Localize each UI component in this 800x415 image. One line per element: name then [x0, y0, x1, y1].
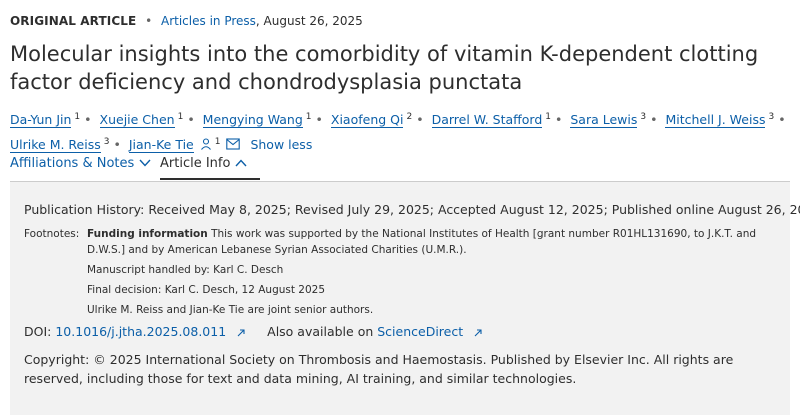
author-link[interactable]: Mitchell J. Weiss	[665, 112, 766, 129]
author-link[interactable]: Darrel W. Stafford	[431, 112, 543, 129]
affiliation-marker: 1	[305, 112, 312, 122]
author-item: Da-Yun Jin 1 •	[10, 112, 92, 129]
external-link-arrow-icon[interactable]	[474, 325, 482, 340]
meta-separator: •	[145, 14, 153, 28]
affiliation-marker: 1	[177, 112, 184, 122]
doi-line: DOI: 10.1016/j.jtha.2025.08.011 Also ava…	[24, 324, 482, 340]
active-tab-indicator	[160, 178, 260, 180]
doi-label: DOI:	[24, 324, 52, 339]
author-item: Xiaofeng Qi 2 •	[330, 112, 424, 129]
tab-label: Affiliations & Notes	[10, 156, 135, 171]
person-outline-icon[interactable]	[200, 135, 212, 157]
affiliation-marker: 1	[545, 112, 551, 122]
footnotes-label: Footnotes:	[24, 228, 80, 240]
funding-label: Funding information	[87, 228, 208, 240]
tab-article-info[interactable]: Article Info	[160, 156, 247, 171]
footnotes-body: Funding information This work was suppor…	[87, 226, 777, 322]
author-link[interactable]: Jian-Ke Tie	[128, 137, 194, 154]
affiliation-marker: 3	[640, 112, 647, 122]
author-link[interactable]: Xuejie Chen	[99, 112, 175, 129]
also-available-label: Also available on	[267, 324, 374, 339]
author-list: Da-Yun Jin 1 • Xuejie Chen 1 • Mengying Wang…	[10, 106, 800, 157]
handled-by-note: Manuscript handled by: Karl C. Desch	[87, 264, 284, 276]
article-meta-line: ORIGINAL ARTICLE • Articles in Press, Au…	[10, 14, 363, 28]
author-link[interactable]: Xiaofeng Qi	[330, 112, 404, 129]
sciencedirect-link[interactable]: ScienceDirect	[377, 324, 463, 339]
articles-in-press-link[interactable]: Articles in Press	[161, 14, 256, 28]
affiliation-marker: 1	[214, 137, 221, 148]
tab-affiliations-notes[interactable]: Affiliations & Notes	[10, 156, 151, 171]
tab-label: Article Info	[160, 156, 231, 171]
publication-history: Publication History: Received May 8, 202…	[24, 202, 800, 217]
copyright-notice: Copyright: © 2025 International Society …	[24, 352, 734, 386]
history-text: Received May 8, 2025; Revised July 29, 2…	[148, 202, 800, 217]
author-item: Mitchell J. Weiss 3 •	[665, 112, 786, 129]
doi-link[interactable]: 10.1016/j.jtha.2025.08.011	[55, 324, 226, 339]
author-link[interactable]: Ulrike M. Reiss	[10, 137, 101, 154]
author-link[interactable]: Da-Yun Jin	[10, 112, 72, 129]
chevron-up-icon	[235, 156, 247, 171]
affiliation-marker: 2	[406, 112, 413, 122]
article-type: ORIGINAL ARTICLE	[10, 14, 137, 28]
author-item: Xuejie Chen 1 •	[99, 112, 195, 129]
author-link[interactable]: Sara Lewis	[570, 112, 638, 129]
publication-date: , August 26, 2025	[255, 14, 363, 28]
external-link-arrow-icon[interactable]	[237, 325, 249, 340]
author-item: Ulrike M. Reiss 3 •	[10, 137, 121, 154]
show-less-link[interactable]: Show less	[250, 137, 312, 152]
affiliation-marker: 3	[768, 112, 775, 122]
joint-authors-note: Ulrike M. Reiss and Jian-Ke Tie are join…	[87, 304, 374, 316]
article-info-panel: Publication History: Received May 8, 202…	[10, 181, 800, 415]
final-decision-note: Final decision: Karl C. Desch, 12 August…	[87, 284, 326, 296]
affiliation-marker: 1	[74, 112, 81, 122]
history-label: Publication History:	[24, 202, 145, 217]
envelope-icon[interactable]	[226, 135, 241, 157]
author-item: Jian-Ke Tie 1	[128, 137, 245, 154]
article-title: Molecular insights into the comorbidity …	[10, 42, 759, 94]
author-link[interactable]: Mengying Wang	[202, 112, 303, 129]
funding-note: Funding information This work was suppor…	[87, 226, 777, 258]
author-item: Darrel W. Stafford 1 •	[431, 112, 563, 129]
affiliation-marker: 3	[103, 137, 110, 148]
chevron-down-icon	[139, 156, 151, 171]
author-item: Mengying Wang 1 •	[202, 112, 323, 129]
author-item: Sara Lewis 3 •	[570, 112, 658, 129]
